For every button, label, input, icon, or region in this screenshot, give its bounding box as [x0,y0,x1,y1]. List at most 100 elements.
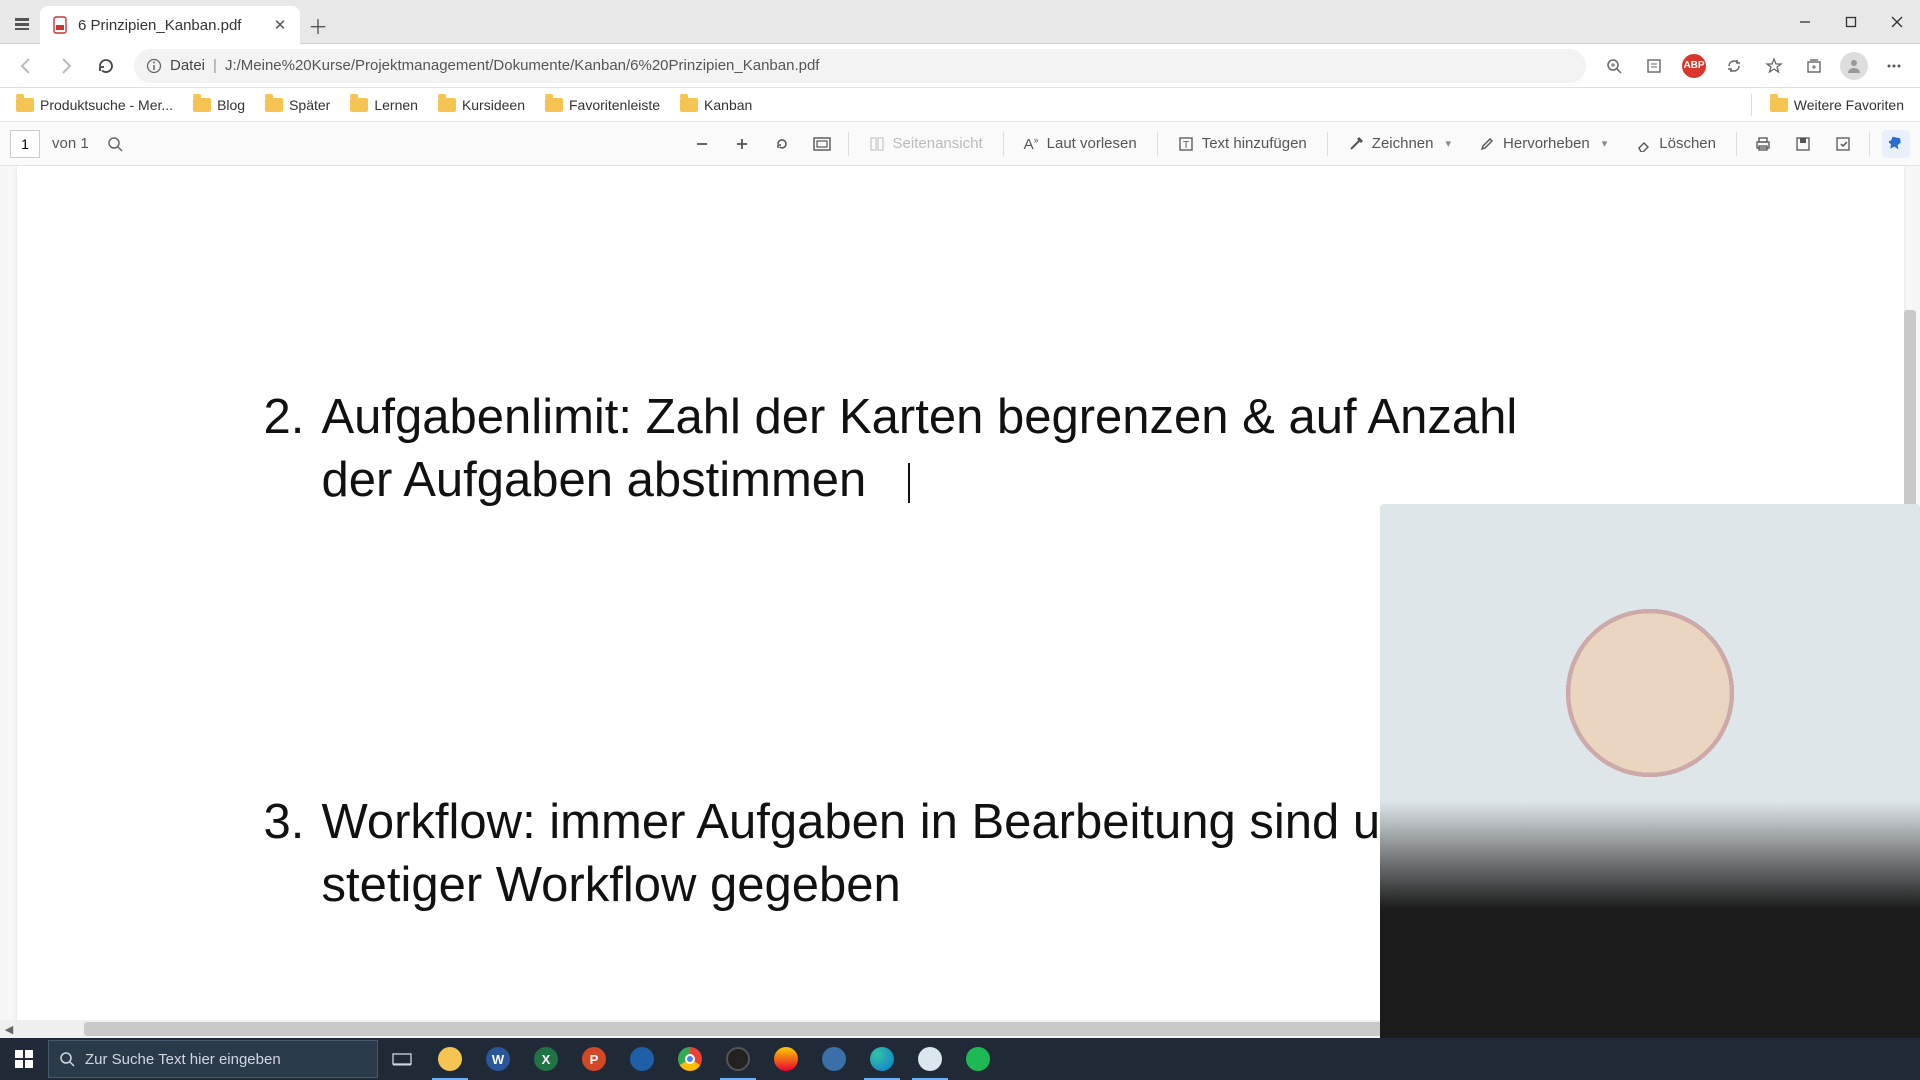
site-info-icon[interactable] [146,58,162,74]
taskbar-app-notepad[interactable] [906,1038,954,1080]
fit-button[interactable] [808,130,836,158]
search-icon [59,1051,75,1067]
bookmark-item[interactable]: Kanban [672,93,760,117]
list-number: 3. [264,791,322,916]
tab-actions-button[interactable] [6,5,38,43]
svg-text:T: T [1183,140,1189,151]
list-text: Workflow: immer Aufgaben in Bearbeitung … [322,791,1552,916]
draw-button[interactable]: Zeichnen ▾ [1340,131,1459,156]
bookmark-label: Blog [217,97,245,113]
folder-icon [350,98,368,112]
folder-icon [545,98,563,112]
forward-button[interactable] [48,48,84,84]
highlight-label: Hervorheben [1503,135,1590,152]
save-button[interactable] [1789,130,1817,158]
pin-toolbar-button[interactable] [1882,130,1910,158]
bookmark-label: Lernen [374,97,418,113]
address-bar[interactable]: Datei | J:/Meine%20Kurse/Projektmanageme… [134,49,1586,83]
taskbar-app-edge[interactable] [858,1038,906,1080]
taskbar-app-word[interactable]: W [474,1038,522,1080]
folder-icon [265,98,283,112]
text-cursor [908,463,910,503]
bookmark-label: Produktsuche - Mer... [40,97,173,113]
sync-icon[interactable] [1716,48,1752,84]
bookmark-overflow[interactable]: Weitere Favoriten [1762,93,1912,117]
browser-navbar: Datei | J:/Meine%20Kurse/Projektmanageme… [0,44,1920,88]
taskbar-app-chrome[interactable] [666,1038,714,1080]
add-text-button[interactable]: TText hinzufügen [1170,131,1315,156]
read-aloud-label: Laut vorlesen [1047,135,1137,152]
taskbar-app-obs[interactable] [714,1038,762,1080]
divider [1751,94,1752,116]
list-text: Aufgabenlimit: Zahl der Karten begrenzen… [322,386,1552,511]
taskbar-app-powerpoint[interactable]: P [570,1038,618,1080]
new-tab-button[interactable]: ＋ [300,7,336,43]
webcam-overlay [1380,504,1920,1044]
erase-button[interactable]: Löschen [1627,131,1724,156]
print-button[interactable] [1749,130,1777,158]
rotate-button[interactable] [768,130,796,158]
page-view-label: Seitenansicht [893,135,983,152]
zoom-out-button[interactable] [688,130,716,158]
bookmark-label: Favoritenleiste [569,97,660,113]
favorites-icon[interactable] [1756,48,1792,84]
highlight-button[interactable]: Hervorheben ▾ [1471,131,1615,156]
zoom-icon[interactable] [1596,48,1632,84]
page-number-input[interactable] [10,130,40,158]
pdf-favicon-icon [52,16,70,34]
reload-button[interactable] [88,48,124,84]
adblock-extension-icon[interactable]: ABP [1676,48,1712,84]
find-button[interactable] [101,130,129,158]
window-close-button[interactable] [1874,0,1920,44]
taskbar-search[interactable]: Zur Suche Text hier eingeben [48,1040,378,1078]
read-aloud-button[interactable]: A» Laut vorlesen [1016,131,1145,157]
tab-title: 6 Prinzipien_Kanban.pdf [78,17,262,34]
bookmark-label: Kanban [704,97,752,113]
document-list-item[interactable]: 2.Aufgabenlimit: Zahl der Karten begrenz… [264,386,1764,511]
taskbar-app-explorer[interactable] [426,1038,474,1080]
bookmark-label: Später [289,97,330,113]
profile-avatar[interactable] [1836,48,1872,84]
reader-icon[interactable] [1636,48,1672,84]
task-view-button[interactable] [378,1038,426,1080]
bookmark-item[interactable]: Favoritenleiste [537,93,668,117]
scroll-left-icon[interactable]: ◀ [0,1020,18,1038]
address-scheme: Datei [170,57,205,74]
chevron-down-icon: ▾ [1602,137,1608,150]
window-titlebar: 6 Prinzipien_Kanban.pdf ✕ ＋ [0,0,1920,44]
bookmarks-bar: Produktsuche - Mer... Blog Später Lernen… [0,88,1920,122]
taskbar-app-generic2[interactable] [810,1038,858,1080]
back-button[interactable] [8,48,44,84]
window-minimize-button[interactable] [1782,0,1828,44]
bookmark-item[interactable]: Produktsuche - Mer... [8,93,181,117]
list-number: 2. [264,386,322,511]
save-as-button[interactable] [1829,130,1857,158]
folder-icon [1770,98,1788,112]
draw-label: Zeichnen [1372,135,1434,152]
menu-button[interactable] [1876,48,1912,84]
window-maximize-button[interactable] [1828,0,1874,44]
collections-icon[interactable] [1796,48,1832,84]
taskbar-app-excel[interactable]: X [522,1038,570,1080]
browser-tab[interactable]: 6 Prinzipien_Kanban.pdf ✕ [40,6,300,44]
tab-close-button[interactable]: ✕ [270,15,290,35]
read-aloud-icon: A» [1024,135,1039,153]
bookmark-item[interactable]: Blog [185,93,253,117]
bookmark-label: Weitere Favoriten [1794,97,1904,113]
chevron-down-icon: ▾ [1446,137,1452,150]
windows-taskbar: Zur Suche Text hier eingeben W X P [0,1038,1920,1080]
zoom-in-button[interactable] [728,130,756,158]
page-view-button[interactable]: Seitenansicht [861,131,991,156]
bookmark-item[interactable]: Später [257,93,338,117]
taskbar-app-generic1[interactable] [762,1038,810,1080]
bookmark-item[interactable]: Kursideen [430,93,533,117]
bookmark-item[interactable]: Lernen [342,93,426,117]
address-path: J:/Meine%20Kurse/Projektmanagement/Dokum… [225,57,820,74]
taskbar-app-spotify[interactable] [954,1038,1002,1080]
folder-icon [16,98,34,112]
folder-icon [680,98,698,112]
folder-icon [193,98,211,112]
taskbar-app-edge-legacy[interactable] [618,1038,666,1080]
pdf-toolbar: von 1 Seitenansicht A»Laut vorlesen TTex… [0,122,1920,166]
start-button[interactable] [0,1038,48,1080]
